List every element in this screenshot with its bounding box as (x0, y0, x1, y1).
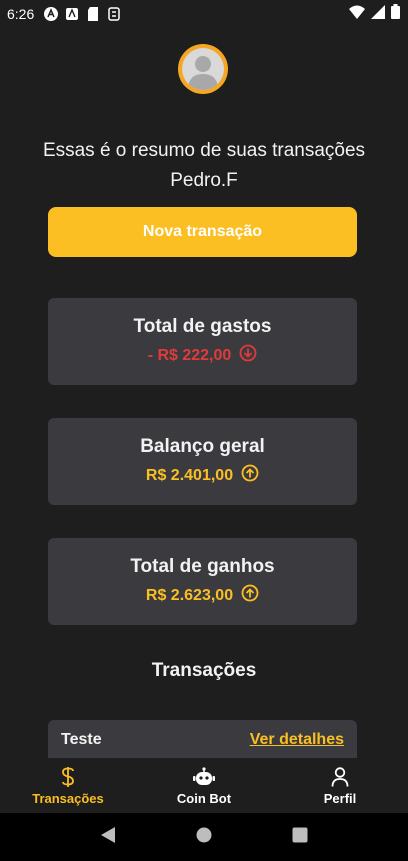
avatar[interactable] (178, 44, 228, 94)
overall-balance-card: Balanço geral R$ 2.401,00 (48, 418, 357, 505)
card-value-row: R$ 2.401,00 (146, 464, 259, 487)
arrow-up-circle-icon (241, 584, 259, 607)
card-value-row: - R$ 222,00 (148, 344, 258, 367)
card-title: Total de gastos (133, 316, 272, 337)
status-time: 6:26 (7, 6, 35, 22)
system-nav-bar (0, 813, 408, 861)
status-bar: 6:26 (0, 0, 408, 28)
transaction-row: Teste Ver detalhes (48, 720, 357, 760)
text-notification-icon (65, 7, 79, 21)
robot-icon (193, 766, 215, 788)
total-income-card: Total de ganhos R$ 2.623,00 (48, 538, 357, 625)
wifi-icon (349, 5, 365, 24)
transactions-section-title: Transações (151, 660, 257, 681)
avatar-placeholder-icon (182, 48, 224, 90)
card-title: Balanço geral (140, 436, 265, 457)
summary-heading: Essas é o resumo de suas transações Pedr… (42, 140, 366, 191)
nav-item-coin-bot[interactable]: Coin Bot (136, 758, 272, 813)
signal-icon (371, 4, 385, 24)
arrow-down-circle-icon (239, 344, 257, 367)
home-icon[interactable] (196, 827, 212, 848)
view-details-link[interactable]: Ver detalhes (250, 731, 344, 749)
bottom-nav: Transações Coin Bot Perfil (0, 758, 408, 813)
sync-icon (107, 7, 121, 21)
person-icon (331, 766, 349, 788)
app-notification-icon (44, 7, 59, 21)
recents-icon[interactable] (292, 827, 308, 848)
nav-item-profile[interactable]: Perfil (272, 758, 408, 813)
nav-item-transactions[interactable]: Transações (0, 758, 136, 813)
card-title: Total de ganhos (130, 556, 275, 577)
arrow-up-circle-icon (241, 464, 259, 487)
dollar-icon (60, 766, 76, 788)
transaction-name: Teste (61, 731, 102, 748)
nav-label: Transações (32, 790, 104, 806)
nav-label: Coin Bot (176, 790, 232, 806)
system-status-icons (349, 4, 400, 24)
battery-icon (391, 4, 400, 24)
card-value: - R$ 222,00 (147, 346, 232, 364)
new-transaction-button[interactable]: Nova transação (48, 207, 357, 257)
card-value: R$ 2.401,00 (145, 466, 234, 484)
card-value: R$ 2.623,00 (145, 586, 234, 604)
card-value-row: R$ 2.623,00 (146, 584, 259, 607)
total-expenses-card: Total de gastos - R$ 222,00 (48, 298, 357, 385)
back-icon[interactable] (100, 826, 116, 849)
nav-label: Perfil (323, 790, 357, 806)
sd-card-icon (86, 7, 100, 21)
notification-icons (44, 7, 121, 21)
